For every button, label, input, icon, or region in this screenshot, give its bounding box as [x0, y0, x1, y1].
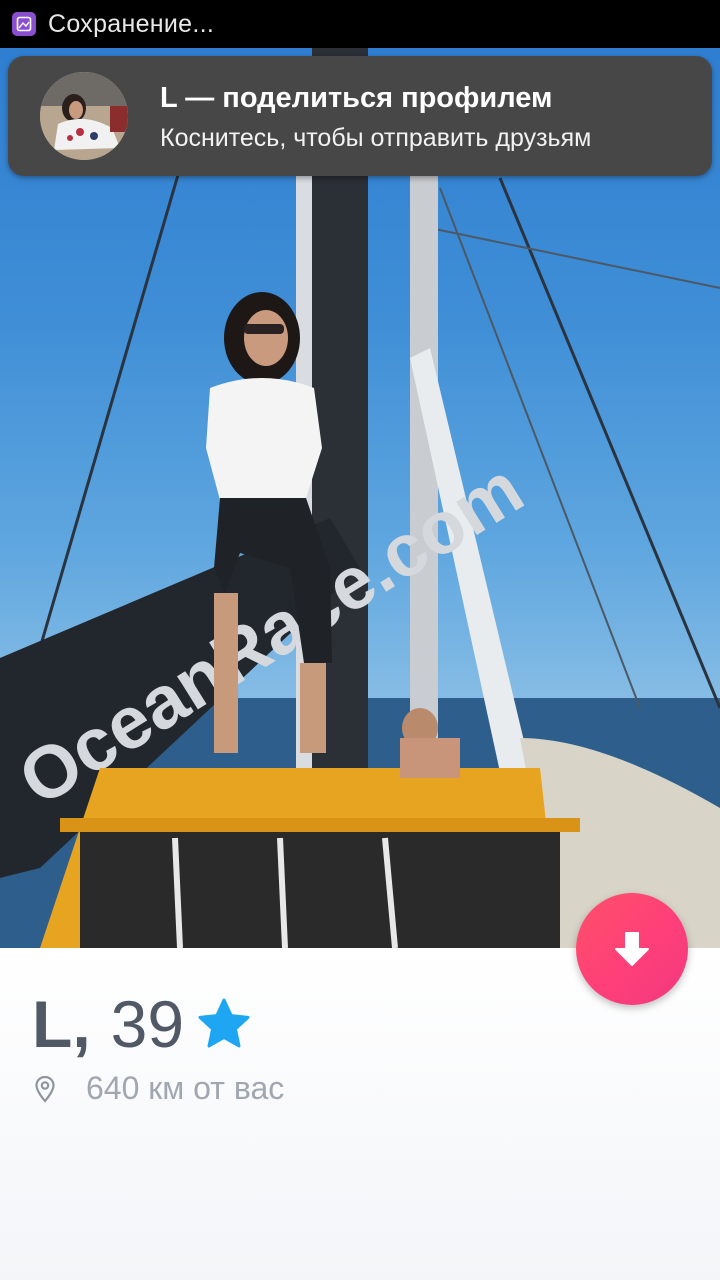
arrow-down-icon [615, 932, 649, 966]
photo-scene: OceanRace.com [0, 48, 720, 948]
share-profile-notification[interactable]: L — поделиться профилем Коснитесь, чтобы… [8, 56, 712, 176]
gallery-icon [12, 12, 36, 36]
profile-avatar [40, 72, 128, 160]
profile-photo[interactable]: OceanRace.com [0, 48, 720, 948]
name-separator: , [72, 987, 91, 1061]
profile-age: 39 [110, 987, 185, 1061]
location-row: 640 км от вас [34, 1070, 284, 1107]
status-text: Сохранение... [48, 9, 215, 38]
distance-text: 640 км от вас [86, 1070, 285, 1106]
notification-subtitle: Коснитесь, чтобы отправить друзьям [160, 124, 592, 152]
status-bar: Сохранение... [0, 0, 720, 48]
collapse-profile-button[interactable] [576, 893, 688, 1005]
profile-name: L [32, 987, 73, 1061]
notification-title: L — поделиться профилем [160, 82, 553, 114]
location-pin-icon [35, 1075, 55, 1103]
name-age-row: L, 39 [32, 986, 252, 1062]
star-badge-icon [198, 998, 250, 1048]
